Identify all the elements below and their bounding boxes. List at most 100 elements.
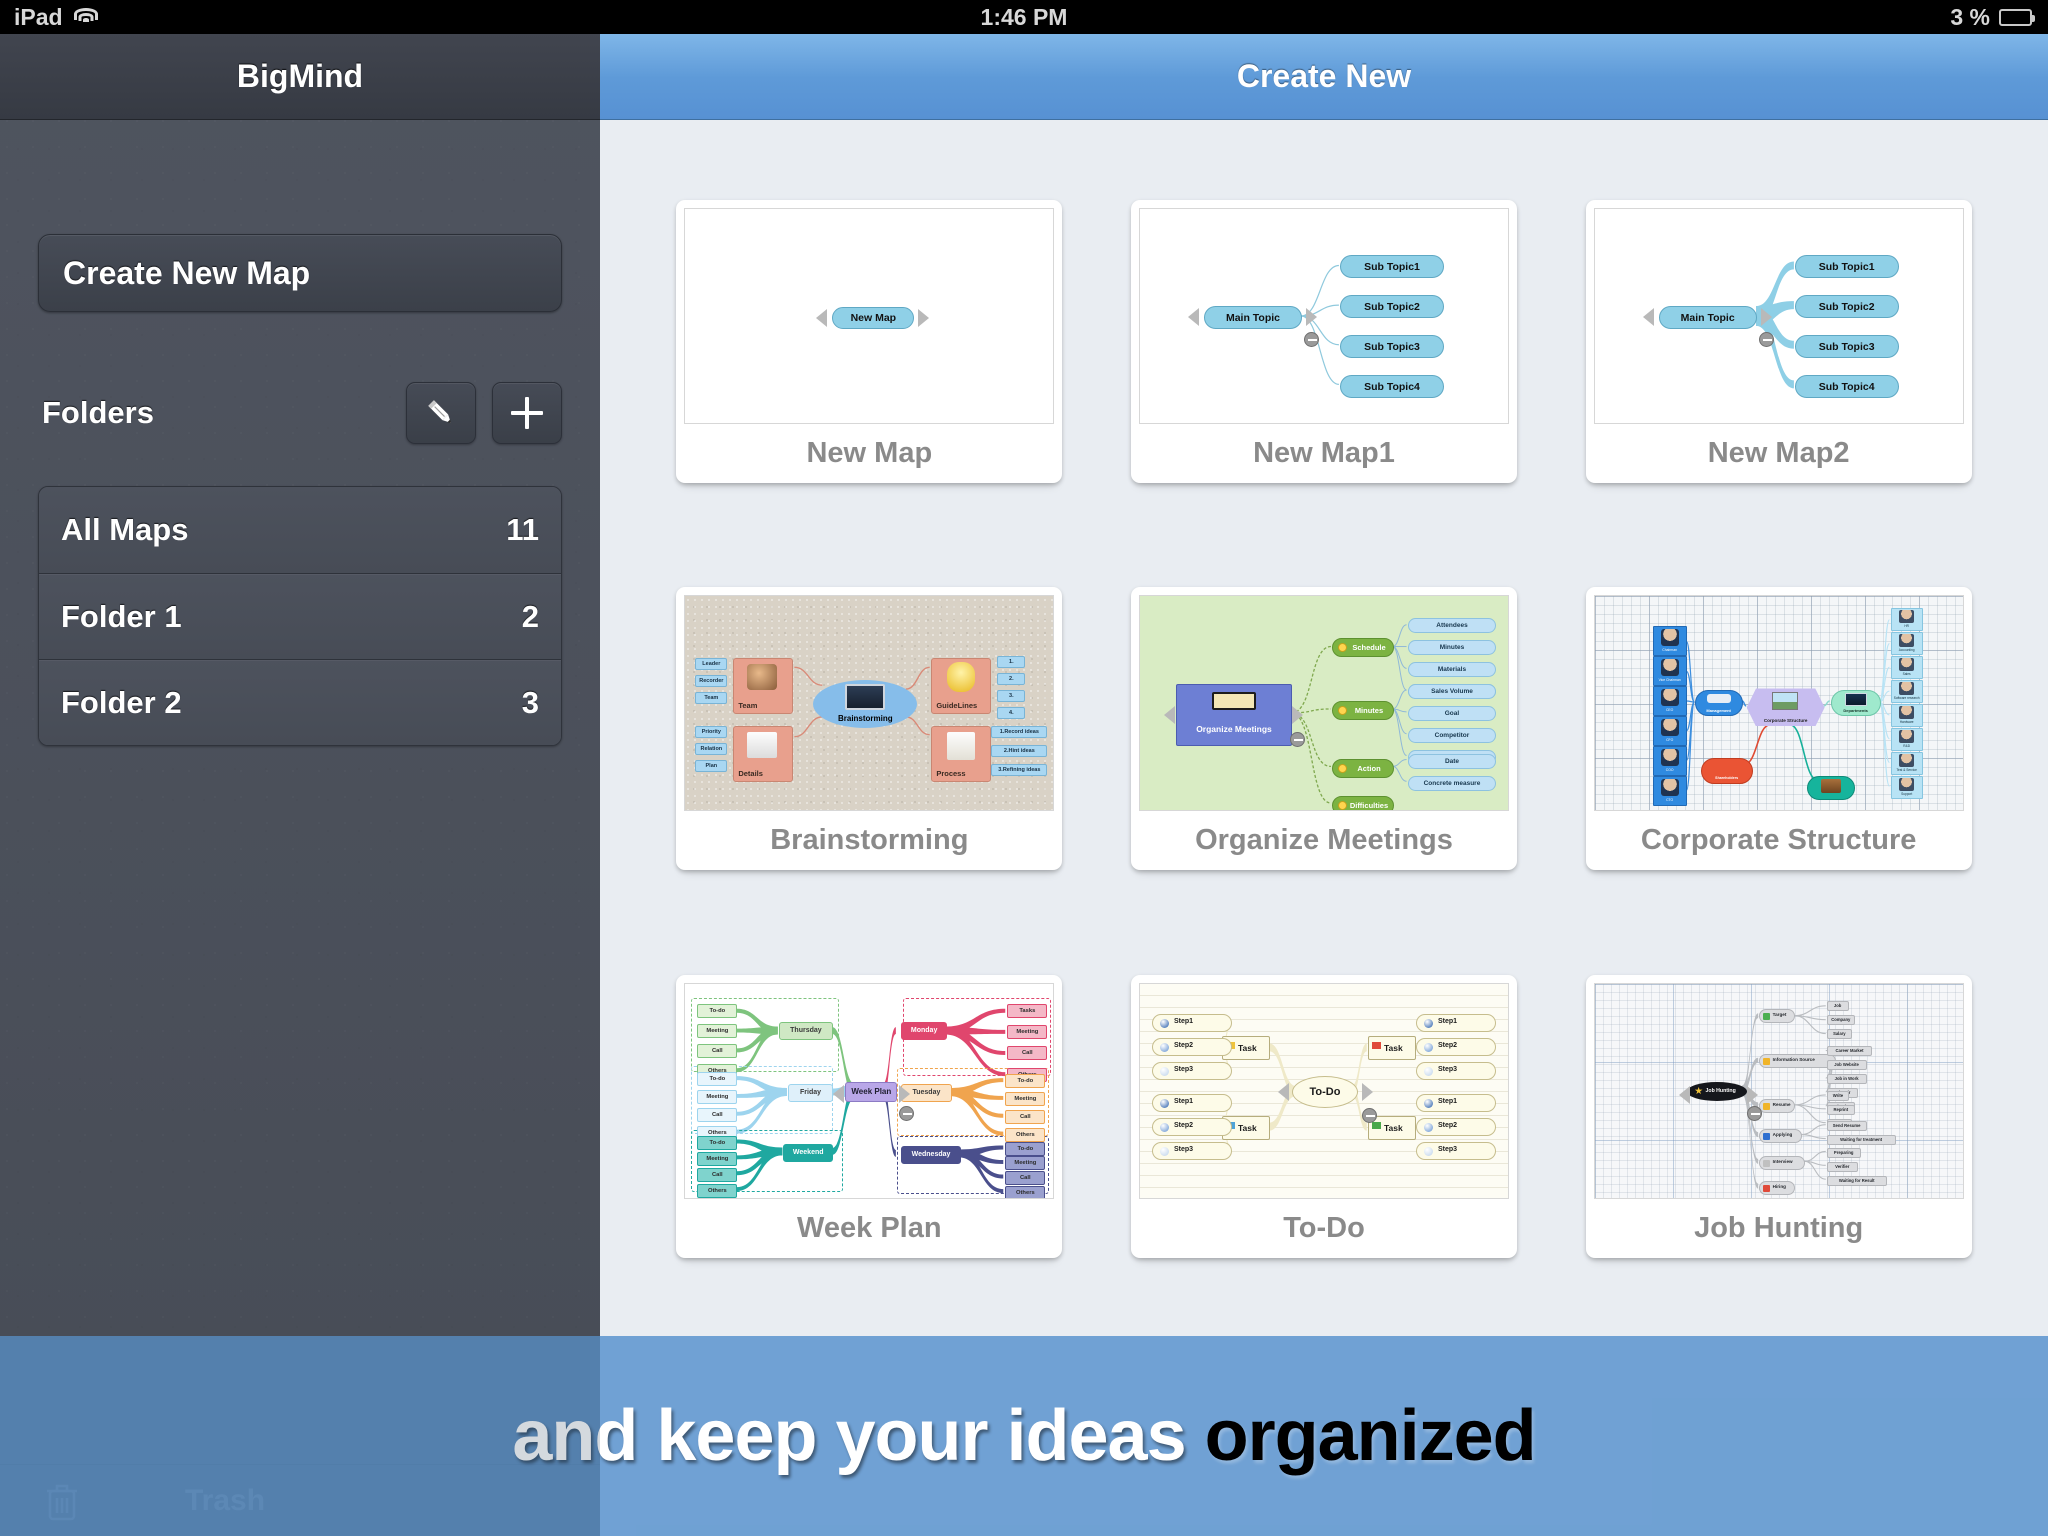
main-panel: Create New New Map New Map Main Topic Sub T… — [600, 34, 2048, 1536]
person-label: Software research — [1893, 696, 1920, 701]
template-card[interactable]: Corporate Structure Management Chairman Vic… — [1585, 587, 1972, 871]
promo-text-white: and keep your ideas — [512, 1396, 1205, 1476]
car-icon — [1706, 694, 1731, 704]
leaf-label: Step2 — [1173, 1121, 1194, 1129]
template-card[interactable]: Task Step1 Step2 Step3 Task Step1 Step2 Step3 Ta… — [1130, 974, 1517, 1258]
branch-icon — [947, 732, 976, 761]
leaf-node: 1. — [997, 656, 1026, 669]
leaf-node: Materials — [1407, 662, 1496, 678]
add-folder-button[interactable] — [492, 382, 562, 444]
meeting-table-icon — [1211, 692, 1256, 711]
template-card[interactable]: MondayTasksMeetingCallOthersTuesdayTo-do… — [676, 974, 1063, 1258]
app-title: BigMind — [236, 58, 364, 94]
leaf-node: Call — [1007, 1046, 1048, 1061]
person-icon — [1660, 629, 1679, 647]
leaf-label: Step1 — [1173, 1097, 1194, 1105]
leaf-node: Job in Work — [1826, 1073, 1867, 1084]
create-new-map-button[interactable]: Create New Map — [38, 234, 562, 312]
laptop-icon — [845, 684, 886, 711]
leaf-node: Date — [1407, 754, 1496, 770]
branch-label: Information Source — [1772, 1057, 1815, 1063]
person-icon — [1898, 658, 1914, 672]
leaf-node: Priority — [695, 726, 728, 739]
leaf-node: 3. — [997, 690, 1026, 703]
leaf-node: Relation — [695, 743, 728, 756]
template-thumbnail: Target Job Company Salary Information Source… — [1593, 982, 1964, 1199]
flag-icon — [1371, 1041, 1381, 1049]
template-card[interactable]: Target Job Company Salary Information Source… — [1585, 974, 1972, 1258]
leaf-node: Attendees — [1407, 618, 1496, 634]
person-label: R&D — [1903, 744, 1911, 749]
collapse-arrow-right-icon — [1760, 308, 1772, 327]
collapse-arrow-left-icon — [1187, 308, 1199, 327]
person-label: Test & Service — [1896, 768, 1917, 773]
leaf-node: Company — [1826, 1014, 1855, 1025]
leaf-node: To-do — [1005, 1073, 1046, 1088]
template-label: Organize Meetings — [1195, 824, 1453, 857]
root-node: Main Topic — [1658, 306, 1757, 330]
template-thumbnail: Organize Meetings Schedule Attendees Minute… — [1138, 595, 1509, 812]
template-cell: Corporate Structure Management Chairman Vic… — [1551, 535, 2006, 922]
branch-label: Task — [1383, 1042, 1403, 1053]
leaf-node: Send Resume — [1826, 1120, 1867, 1131]
template-cell: Brainstorming Team Details GuideLines Proces… — [642, 535, 1097, 922]
create-new-map-label: Create New Map — [63, 254, 311, 291]
leaf-node: Others — [1005, 1185, 1046, 1198]
promo-text-black: organized — [1204, 1396, 1537, 1476]
app-window: BigMind Create New Map Folders All Maps … — [0, 34, 2048, 1536]
edit-folders-button[interactable] — [406, 382, 476, 444]
template-card[interactable]: Main Topic Sub Topic1 Sub Topic2 Sub Topic3… — [1130, 200, 1517, 484]
collapse-arrow-left-icon — [1642, 308, 1654, 327]
person-icon — [1660, 659, 1679, 677]
sidebar: BigMind Create New Map Folders All Maps … — [0, 34, 600, 1536]
folder-count: 11 — [506, 512, 539, 547]
folder-list-item[interactable]: Folder 2 3 — [39, 659, 561, 745]
template-label: Job Hunting — [1694, 1211, 1864, 1244]
person-label: Vice Chairman — [1658, 678, 1681, 683]
template-label: Week Plan — [797, 1211, 942, 1244]
template-thumbnail: Main Topic Sub Topic1 Sub Topic2 Sub Topic3… — [1138, 208, 1509, 425]
leaf-node: 3.Refining ideas — [991, 764, 1048, 777]
template-card[interactable]: Brainstorming Team Details GuideLines Proces… — [676, 587, 1063, 871]
template-thumbnail: New Map — [684, 208, 1055, 425]
folder-count: 3 — [521, 684, 539, 720]
leaf-node: Meeting — [1005, 1091, 1046, 1106]
branch-label: Applying — [1772, 1132, 1793, 1138]
leaf-node: Meeting — [1005, 1156, 1046, 1171]
template-card[interactable]: Organize Meetings Schedule Attendees Minute… — [1130, 587, 1517, 871]
sub-topic-node: Sub Topic4 — [1339, 375, 1444, 399]
person-icon — [1660, 689, 1679, 707]
template-cell: New Map New Map — [642, 148, 1097, 535]
flag-icon — [1371, 1121, 1381, 1129]
person-icon — [1898, 634, 1914, 648]
template-card[interactable]: Main Topic Sub Topic1 Sub Topic2 Sub Topic3… — [1585, 200, 1972, 484]
monitor-icon — [1844, 693, 1867, 707]
leaf-label: Step3 — [1173, 1145, 1194, 1153]
leaf-node: Waiting for treatment — [1826, 1134, 1896, 1145]
leaf-node: Waiting for Result — [1826, 1175, 1887, 1186]
person-label: Sales — [1902, 672, 1911, 677]
status-bar-right: 3 % — [1950, 4, 2035, 31]
template-thumbnail: MondayTasksMeetingCallOthersTuesdayTo-do… — [684, 982, 1055, 1199]
template-card[interactable]: New Map New Map — [676, 200, 1063, 484]
branch-icon — [1762, 1184, 1770, 1192]
collapse-arrow-left-icon — [816, 309, 828, 328]
collapse-arrow-left-icon — [1163, 706, 1175, 725]
sub-topic-node: Sub Topic2 — [1794, 295, 1899, 319]
template-cell: Task Step1 Step2 Step3 Task Step1 Step2 Step3 Ta… — [1097, 923, 1552, 1310]
folder-list-item[interactable]: Folder 1 2 — [39, 573, 561, 659]
leaf-node: Tasks — [1007, 1003, 1048, 1018]
branch-label: Target — [1772, 1012, 1787, 1018]
collapse-arrow-left-icon — [1277, 1082, 1289, 1101]
promo-banner-left-shade — [0, 1336, 600, 1536]
sub-topic-node: Sub Topic3 — [1339, 335, 1444, 359]
branch-icon — [1762, 1132, 1770, 1140]
template-cell: Organize Meetings Schedule Attendees Minute… — [1097, 535, 1552, 922]
branch-label: Task — [1383, 1122, 1403, 1133]
folder-list-item[interactable]: All Maps 11 — [39, 487, 561, 573]
sub-topic-node: Sub Topic4 — [1794, 375, 1899, 399]
leaf-node: Sales Volume — [1407, 684, 1496, 700]
leaf-node: Meeting — [697, 1089, 738, 1104]
template-label: To-Do — [1283, 1211, 1365, 1244]
branch-node: Weekend — [783, 1143, 834, 1162]
